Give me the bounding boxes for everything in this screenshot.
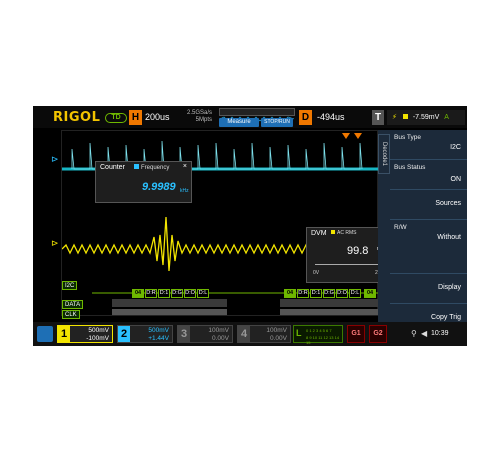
dvm-type-label: AC RMS [337, 230, 357, 236]
channel-color-icon [134, 164, 139, 169]
menu-value: I2C [450, 144, 461, 151]
decode-packet[interactable]: D:R [297, 289, 309, 298]
logic-row-1: 0 1 2 3 4 5 6 7 [306, 328, 332, 333]
decode-packet[interactable]: D:O [336, 289, 348, 298]
dvm-scale-min: 0V [313, 270, 320, 276]
generator-1-button[interactable]: G1 [347, 325, 365, 343]
decode-packet[interactable]: 04 [132, 289, 144, 298]
menu-value: Copy Trig [431, 314, 461, 321]
clk-channel-label: CLK [62, 310, 80, 319]
usb-icon: ⚲ [411, 329, 417, 338]
stop-run-button[interactable]: STOP/RUN [261, 118, 293, 127]
memory-depth-value: 5Mpts [195, 117, 212, 123]
decode-packet[interactable]: D:R [145, 289, 157, 298]
channel-4-scale: 100mV [266, 327, 287, 334]
sample-rate: 2.5GSa/s 5Mpts [176, 110, 212, 124]
channel-1-offset: -100mV [86, 335, 109, 342]
channel-4-number: 4 [238, 326, 250, 342]
trigger-source-value: A [444, 114, 449, 121]
counter-type: Frequency [134, 164, 169, 171]
counter-unit: kHz [180, 188, 189, 194]
menu-label: Bus Status [394, 164, 426, 171]
dvm-title: DVM [311, 230, 327, 237]
menu-bus-status[interactable]: Bus Status ON [390, 160, 467, 190]
channel-4-offset: 0.00V [270, 335, 287, 342]
trigger-panel[interactable]: ⚡ -7.59mV A [387, 110, 465, 125]
decode-packet[interactable]: 04 [284, 289, 296, 298]
trigger-level-value: -7.59mV [412, 114, 440, 121]
decode-packet[interactable]: D:G [171, 289, 183, 298]
menu-label: R/W [394, 224, 407, 231]
channel-3-number: 3 [178, 326, 190, 342]
menu-value: Display [438, 284, 461, 291]
counter-widget[interactable]: Counter Frequency × 9.9989 kHz [95, 161, 192, 203]
rigol-logo: RIGOL [53, 110, 101, 125]
channel-3-scale: 100mV [208, 327, 229, 334]
trigger-channel-icon [402, 114, 408, 119]
ch2-offset-marker[interactable]: ⊳ [51, 154, 59, 165]
dvm-scale-bar [315, 264, 379, 265]
dvm-value: 99.8 [347, 245, 369, 257]
channel-2-scale: 500mV [148, 327, 169, 334]
counter-value: 9.9989 [142, 181, 176, 193]
decode-packet[interactable]: D:1 [158, 289, 170, 298]
logic-analyzer-box[interactable]: L 0 1 2 3 4 5 6 7 8 9 10 11 12 13 14 15 [293, 325, 343, 345]
channel-2-offset: +1.44V [148, 335, 169, 342]
logic-letter: L [296, 328, 302, 338]
channel-1-number: 1 [58, 326, 70, 342]
decode-packet[interactable]: D:1 [310, 289, 322, 298]
clock-time: 10:39 [431, 330, 449, 337]
menu-value: ON [450, 176, 462, 183]
sample-rate-value: 2.5GSa/s [186, 110, 212, 116]
channel-color-icon [331, 230, 335, 234]
ch1-offset-marker[interactable]: ⊳ [51, 238, 59, 249]
menu-label: Bus Type [394, 134, 421, 141]
channel-4-box[interactable]: 4 100mV 0.00V [237, 325, 291, 343]
measure-button[interactable]: Measure [219, 118, 259, 127]
bus-label: I2C [62, 281, 78, 290]
decode-packet[interactable]: D:L [197, 289, 209, 298]
decode-menu-panel: Decode1 Bus Type I2C Bus Status ON Sourc… [378, 130, 467, 346]
delay-label[interactable]: D [299, 110, 312, 125]
oscilloscope-screen: RIGOL TD H 200us 2.5GSa/s 5Mpts Measure … [33, 106, 467, 346]
generator-2-button[interactable]: G2 [369, 325, 387, 343]
channel-1-scale: 500mV [88, 327, 109, 334]
menu-value: Sources [435, 200, 461, 207]
channel-2-box[interactable]: 2 500mV +1.44V [117, 325, 173, 343]
channel-3-offset: 0.00V [212, 335, 229, 342]
channel-3-box[interactable]: 3 100mV 0.00V [177, 325, 233, 343]
channel-2-number: 2 [118, 326, 130, 342]
top-status-bar: RIGOL TD H 200us 2.5GSa/s 5Mpts Measure … [33, 106, 467, 128]
menu-value: Without [437, 234, 461, 241]
counter-title: Counter [100, 164, 125, 171]
decode-tab[interactable]: Decode1 [378, 134, 390, 174]
menu-rw[interactable]: R/W Without [390, 220, 467, 274]
waveform-area[interactable]: Counter Frequency × 9.9989 kHz DVM AC RM… [61, 130, 392, 319]
waveform-overview-strip [219, 108, 295, 122]
trigger-edge-icon: ⚡ [392, 114, 397, 121]
app-menu-icon[interactable] [37, 326, 53, 342]
logic-row-2: 8 9 10 11 12 13 14 15 [306, 335, 340, 345]
speaker-icon[interactable]: ◀ [421, 329, 427, 338]
decode-packet[interactable]: D:L [349, 289, 361, 298]
decode-packet[interactable]: D:G [323, 289, 335, 298]
menu-display[interactable]: Display [390, 274, 467, 304]
counter-close-button[interactable]: × [183, 163, 187, 170]
menu-bus-type[interactable]: Bus Type I2C [390, 130, 467, 160]
menu-sources[interactable]: Sources [390, 190, 467, 220]
delay-value[interactable]: -494us [317, 112, 345, 122]
bottom-channel-bar: 1 500mV -100mV 2 500mV +1.44V 3 100mV 0.… [33, 322, 467, 346]
trigger-label[interactable]: T [372, 110, 384, 125]
counter-type-label: Frequency [141, 165, 170, 171]
decode-packet[interactable]: D:O [184, 289, 196, 298]
decode-packet[interactable]: 04 [364, 289, 376, 298]
mode-badge[interactable]: TD [105, 113, 127, 123]
dvm-type: AC RMS [331, 230, 356, 236]
timebase-value[interactable]: 200us [145, 112, 170, 122]
data-channel-label: DATA [62, 300, 84, 309]
channel-1-box[interactable]: 1 500mV -100mV [57, 325, 113, 343]
horizontal-label[interactable]: H [129, 110, 142, 125]
